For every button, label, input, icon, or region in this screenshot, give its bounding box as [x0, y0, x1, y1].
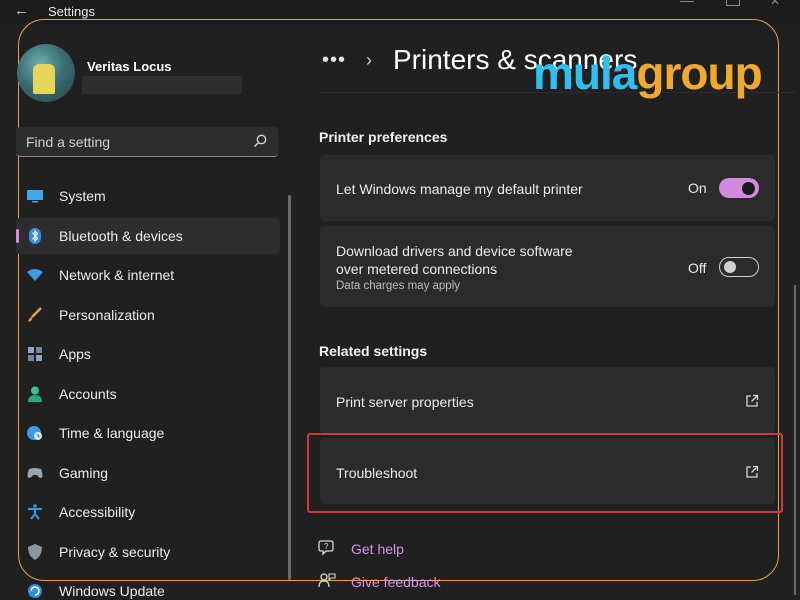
setting-sublabel: Data charges may apply: [336, 280, 461, 292]
help-icon: ?: [318, 540, 334, 556]
setting-card-default-printer: Let Windows manage my default printer On: [320, 155, 775, 221]
sidebar-item-label: Personalization: [59, 306, 155, 323]
breadcrumb-overflow-button[interactable]: •••: [322, 49, 346, 72]
sidebar-item-system[interactable]: System: [16, 178, 280, 214]
brand-watermark: mulagroup: [533, 47, 763, 99]
brand-part-1: mula: [533, 47, 637, 99]
brand-part-2: group: [636, 47, 762, 99]
sidebar-item-label: Bluetooth & devices: [59, 227, 183, 244]
sidebar-item-label: Privacy & security: [59, 543, 171, 560]
link-label: Print server properties: [336, 394, 474, 410]
sidebar-item-network[interactable]: Network & internet: [16, 257, 280, 293]
shield-icon: [28, 543, 42, 560]
update-icon: [28, 584, 42, 598]
sidebar-item-privacy[interactable]: Privacy & security: [16, 534, 280, 570]
app-title: Settings: [48, 4, 95, 19]
open-external-icon: [746, 394, 759, 407]
monitor-icon: [27, 190, 43, 203]
search-input[interactable]: [26, 134, 246, 150]
print-server-properties-link[interactable]: Print server properties: [320, 367, 775, 433]
sidebar-item-windows-update[interactable]: Windows Update: [16, 573, 280, 600]
brush-icon: [28, 306, 42, 322]
sidebar-item-bluetooth[interactable]: Bluetooth & devices: [16, 217, 280, 254]
sidebar-item-accessibility[interactable]: Accessibility: [16, 494, 280, 530]
accessibility-icon: [28, 504, 42, 520]
search-box[interactable]: [16, 127, 278, 157]
clock-globe-icon: [27, 426, 42, 440]
minimize-icon[interactable]: [680, 0, 694, 2]
toggle-knob: [742, 181, 755, 195]
sidebar-item-time-language[interactable]: Time & language: [16, 415, 280, 451]
sidebar-item-label: Accounts: [59, 385, 117, 402]
toggle-knob: [724, 261, 736, 273]
link-label: Get help: [351, 541, 404, 557]
sidebar-item-label: Windows Update: [59, 583, 165, 599]
sidebar-item-label: Network & internet: [59, 267, 175, 283]
section-heading-related-settings: Related settings: [319, 343, 428, 359]
setting-label-line2: over metered connections: [336, 261, 498, 277]
user-email-redacted: [82, 76, 242, 94]
feedback-icon: [318, 573, 336, 588]
sidebar-item-accounts[interactable]: Accounts: [16, 376, 280, 412]
person-icon: [28, 386, 42, 402]
sidebar-item-label: Time & language: [59, 425, 165, 441]
sidebar-item-apps[interactable]: Apps: [16, 336, 280, 372]
maximize-icon[interactable]: [726, 0, 740, 6]
avatar[interactable]: [17, 44, 75, 102]
default-printer-toggle[interactable]: [719, 178, 759, 198]
sidebar-nav: System Bluetooth & devices Network & int…: [16, 178, 280, 600]
svg-text:?: ?: [324, 542, 329, 551]
bluetooth-icon: [29, 227, 41, 244]
breadcrumb-chevron-icon: ›: [366, 50, 372, 70]
active-indicator: [16, 228, 19, 243]
apps-icon: [28, 347, 42, 361]
sidebar-item-personalization[interactable]: Personalization: [16, 297, 280, 333]
main-scrollbar[interactable]: [794, 285, 796, 595]
link-label: Give feedback: [351, 574, 441, 590]
setting-label: Let Windows manage my default printer: [336, 181, 583, 197]
search-icon[interactable]: [252, 133, 268, 149]
sidebar-item-label: Accessibility: [59, 504, 136, 520]
sidebar-item-label: Apps: [59, 346, 91, 362]
title-bar: ← Settings ✕: [0, 0, 800, 24]
sidebar-item-label: System: [59, 188, 106, 204]
sidebar-item-gaming[interactable]: Gaming: [16, 455, 280, 491]
section-heading-printer-preferences: Printer preferences: [319, 129, 448, 145]
sidebar-item-label: Gaming: [59, 464, 109, 481]
toggle-state-label: Off: [688, 260, 707, 276]
back-arrow-icon[interactable]: ←: [14, 2, 34, 20]
highlight-annotation: [307, 433, 783, 513]
gamepad-icon: [27, 467, 43, 478]
wifi-icon: [27, 269, 43, 281]
toggle-state-label: On: [688, 180, 707, 196]
setting-label-line1: Download drivers and device software: [336, 243, 573, 259]
user-name: Veritas Locus: [87, 59, 172, 74]
metered-downloads-toggle[interactable]: [719, 257, 759, 277]
close-icon[interactable]: ✕: [770, 0, 784, 8]
sidebar-scrollbar[interactable]: [288, 195, 291, 580]
setting-card-metered-downloads: Download drivers and device software ove…: [320, 226, 775, 307]
